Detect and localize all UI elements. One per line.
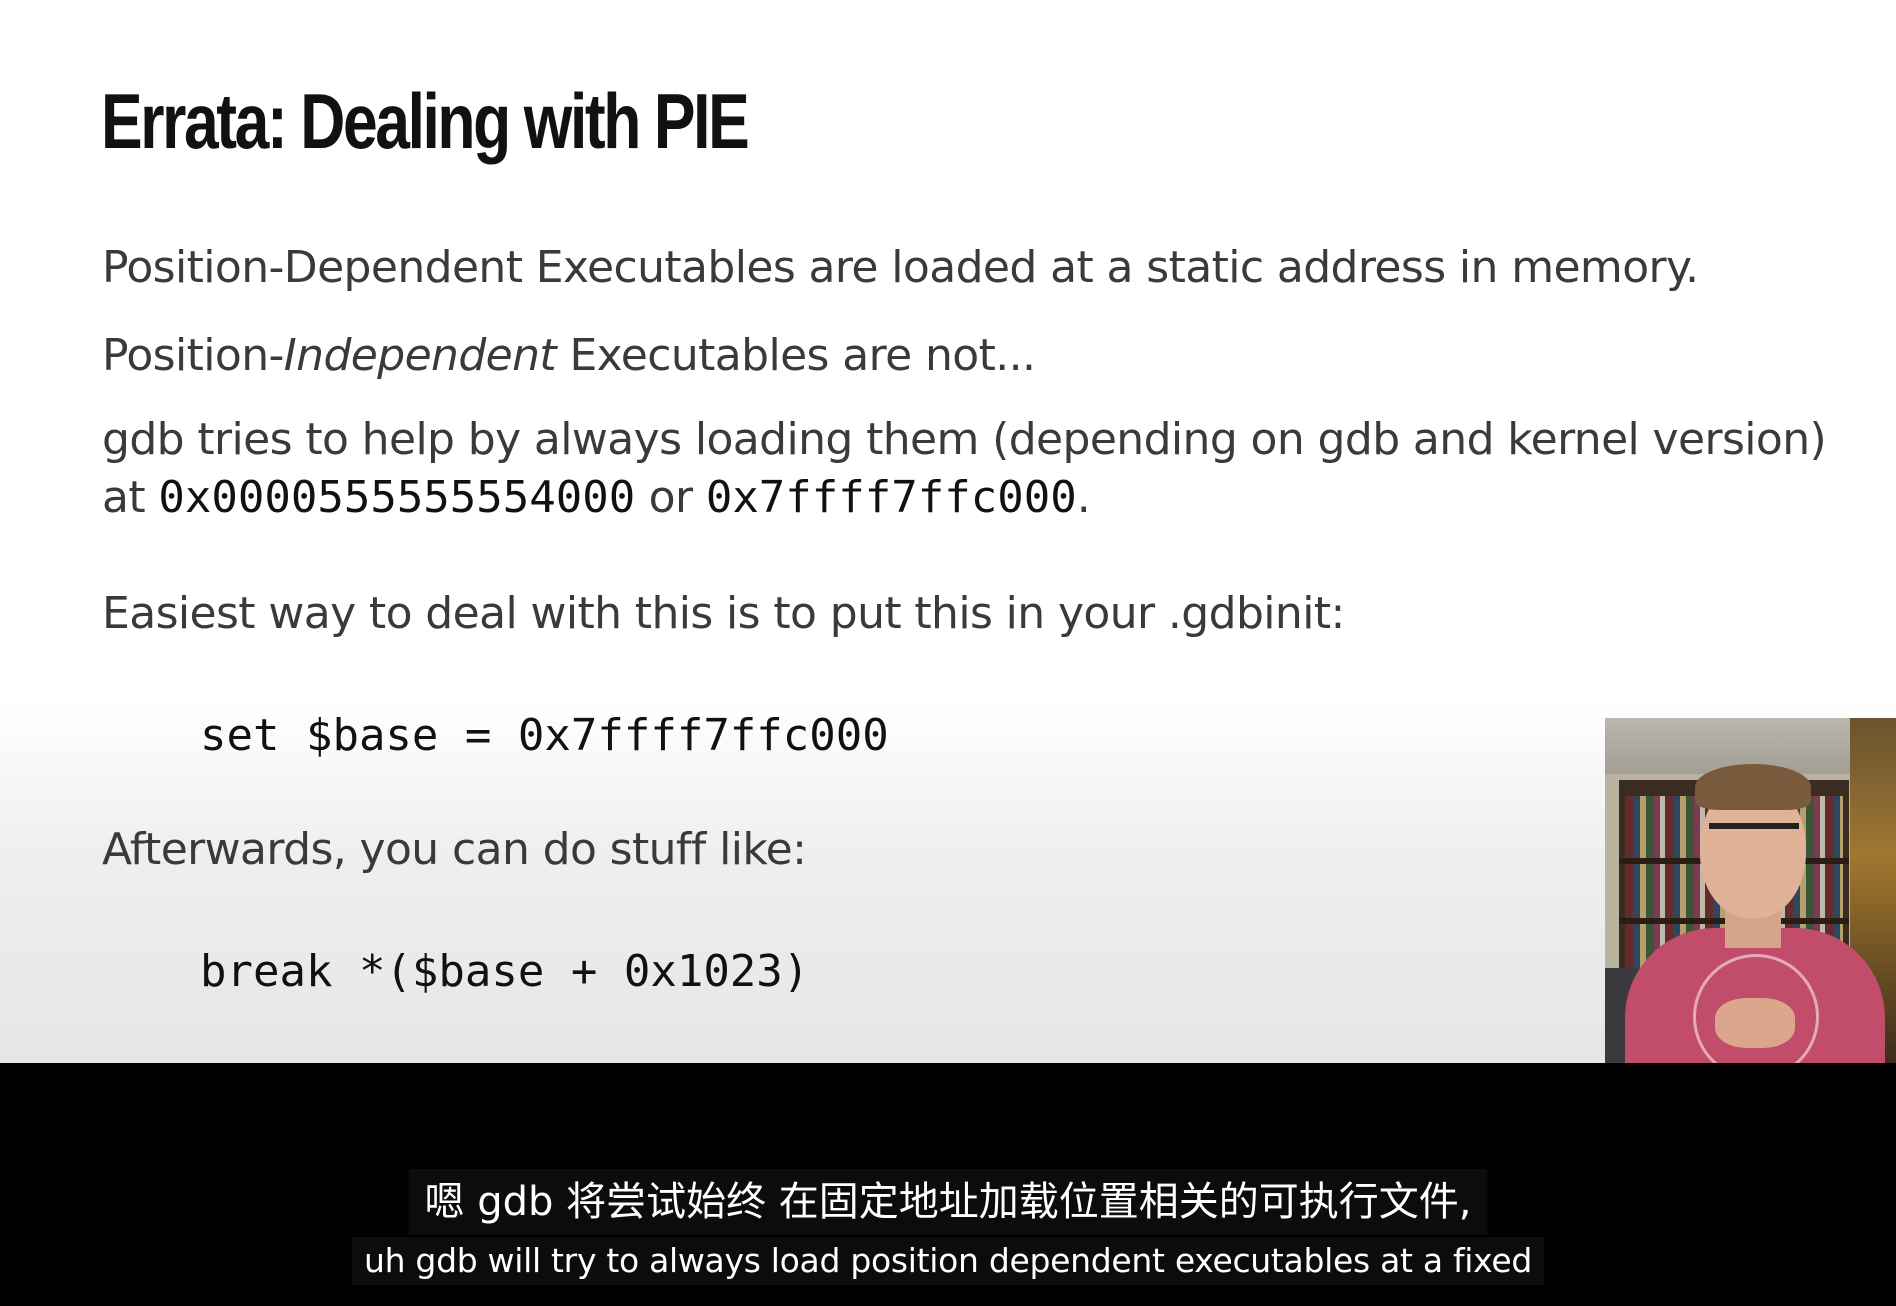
text-independent-suffix: Executables are not...	[556, 330, 1036, 381]
text-independent-prefix: Position-	[102, 330, 284, 381]
presenter-webcam	[1605, 718, 1896, 1065]
text-or: or	[635, 472, 706, 523]
address-low: 0x0000555555554000	[158, 472, 636, 523]
text-gdb-help: gdb tries to help by always loading them…	[102, 414, 1827, 465]
code-break-command: break *($base + 0x1023)	[200, 946, 810, 997]
video-frame[interactable]: Errata: Dealing with PIE Position-Depend…	[0, 0, 1896, 1306]
webcam-presenter-hands	[1715, 998, 1795, 1048]
webcam-presenter-glasses	[1709, 823, 1799, 853]
text-position-independent: Position-Independent Executables are not…	[102, 330, 1036, 381]
text-easiest-way: Easiest way to deal with this is to put …	[102, 588, 1345, 639]
text-period: .	[1076, 472, 1091, 523]
subtitle-area: 嗯 gdb 将尝试始终 在固定地址加载位置相关的可执行文件, uh gdb wi…	[0, 1063, 1896, 1306]
code-set-base: set $base = 0x7ffff7ffc000	[200, 710, 889, 761]
text-independent-italic: Independent	[283, 330, 557, 381]
text-position-dependent: Position-Dependent Executables are loade…	[102, 242, 1699, 293]
address-high: 0x7ffff7ffc000	[705, 472, 1077, 523]
subtitle-chinese: 嗯 gdb 将尝试始终 在固定地址加载位置相关的可执行文件,	[408, 1169, 1488, 1235]
text-at-prefix: at	[102, 472, 159, 523]
text-load-addresses: at 0x0000555555554000 or 0x7ffff7ffc000.	[102, 472, 1091, 523]
text-afterwards: Afterwards, you can do stuff like:	[102, 824, 807, 875]
slide-title: Errata: Dealing with PIE	[101, 77, 750, 165]
subtitle-english: uh gdb will try to always load position …	[352, 1237, 1544, 1285]
webcam-presenter-hair	[1695, 764, 1811, 810]
